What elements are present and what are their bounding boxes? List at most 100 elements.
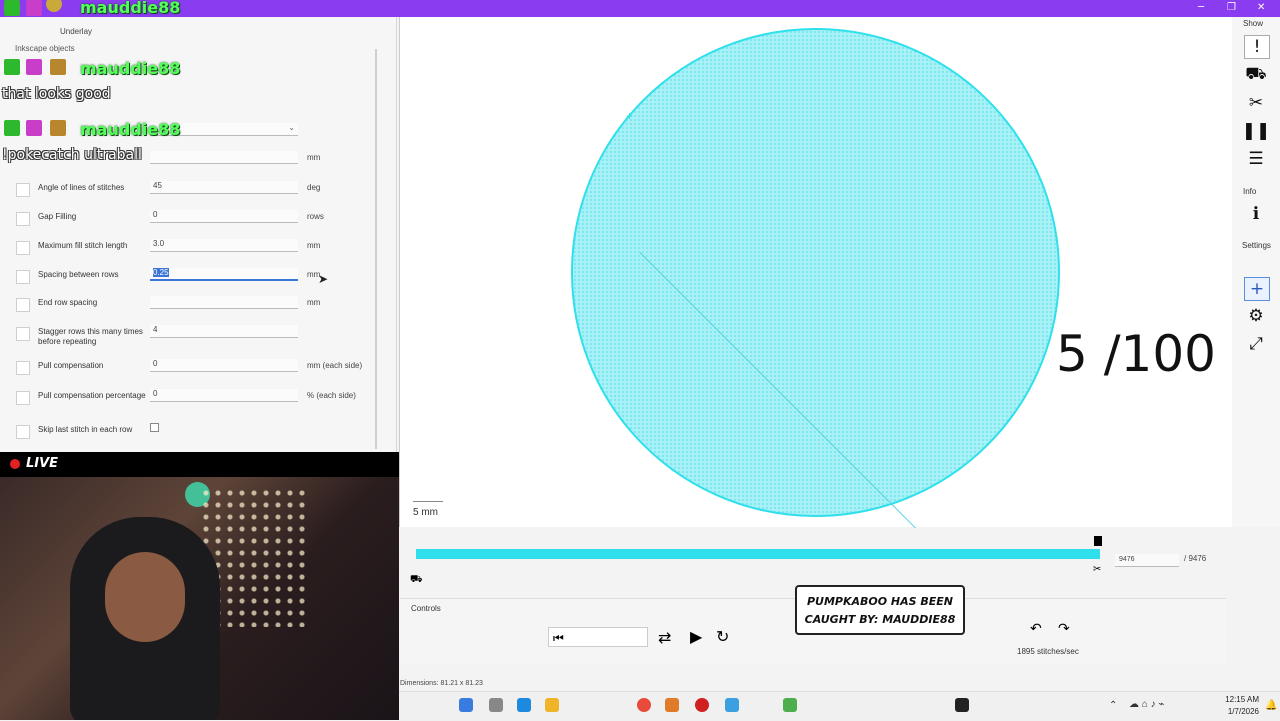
param-row: Angle of lines of stitches 45 deg xyxy=(0,179,390,203)
param-checkbox[interactable] xyxy=(16,270,30,284)
show-label: Show xyxy=(1243,19,1264,28)
taskbar-app-icon[interactable] xyxy=(665,698,679,712)
close-button[interactable]: ✕ xyxy=(1257,2,1265,13)
scissors-icon[interactable]: ✂ xyxy=(1244,92,1268,114)
skip-last-stitch-checkbox[interactable] xyxy=(150,423,159,432)
prev-button[interactable]: ⏮ xyxy=(548,627,648,647)
expand-icon[interactable]: ⤢ xyxy=(1244,333,1268,355)
catch-alert: PUMPKABOO HAS BEEN CAUGHT BY: MAUDDIE88 xyxy=(795,585,965,635)
controls-label: Controls xyxy=(411,604,441,613)
tray-icons[interactable]: ☁ ⌂ ♪ ⌁ xyxy=(1129,699,1164,710)
param-unit: % (each side) xyxy=(307,391,356,400)
warning-icon[interactable]: ! xyxy=(1244,35,1270,59)
overlay-counter: 5 /100 xyxy=(1056,325,1216,383)
taskbar-app-icon[interactable] xyxy=(955,698,969,712)
scale-bar xyxy=(413,501,443,502)
taskbar-app-icon[interactable] xyxy=(517,698,531,712)
webcam-feed xyxy=(0,477,399,720)
verified-badge-icon xyxy=(4,0,20,16)
selected-text: 0.25 xyxy=(153,268,169,277)
slider-handle[interactable] xyxy=(1094,536,1102,546)
taskbar-app-icon[interactable] xyxy=(725,698,739,712)
gear-icon[interactable]: ⚙ xyxy=(1244,305,1268,327)
param-checkbox[interactable] xyxy=(16,425,30,439)
slower-icon[interactable]: ↶ xyxy=(1030,621,1042,637)
param-row: End row spacing mm xyxy=(0,294,390,318)
param-input[interactable]: 0 xyxy=(150,210,298,223)
param-input[interactable]: 4 xyxy=(150,325,298,338)
param-unit: mm xyxy=(307,241,321,250)
stop-list-icon[interactable]: ☰ xyxy=(1244,148,1268,170)
param-input[interactable]: 45 xyxy=(150,181,298,194)
param-checkbox[interactable] xyxy=(16,183,30,197)
stitch-number-input[interactable]: 9476 xyxy=(1115,554,1179,567)
maximize-button[interactable]: ❐ xyxy=(1227,2,1236,13)
fill-circle xyxy=(571,28,1060,517)
taskbar-app-icon[interactable] xyxy=(545,698,559,712)
param-checkbox[interactable] xyxy=(16,361,30,375)
param-label: Skip last stitch in each row xyxy=(38,425,133,434)
info-label: Info xyxy=(1243,187,1257,196)
clock-time[interactable]: 12:15 AM xyxy=(1199,695,1259,704)
taskbar-app-icon[interactable] xyxy=(637,698,651,712)
chat-username: mauddie88 xyxy=(80,59,181,78)
live-label: LIVE xyxy=(26,456,59,471)
settings-label: Settings xyxy=(1242,241,1271,250)
param-checkbox[interactable] xyxy=(16,327,30,341)
param-checkbox[interactable] xyxy=(16,212,30,226)
taskbar-app-icon[interactable] xyxy=(695,698,709,712)
jump-stitch-icon[interactable]: ⛟ xyxy=(1244,64,1268,86)
right-toolbar: Show ! ⛟ ✂ ❚❚ ☰ Info ℹ Settings + ⚙ ⤢ xyxy=(1232,17,1280,527)
pause-icon[interactable]: ❚❚ xyxy=(1242,120,1271,142)
live-dot-icon xyxy=(10,459,20,469)
param-input[interactable]: 3.0 xyxy=(150,239,298,252)
preview-canvas[interactable]: + 5 /100 5 mm xyxy=(399,17,1233,557)
swap-direction-icon[interactable]: ⇄ xyxy=(658,628,671,647)
first-badge-icon xyxy=(26,0,42,16)
param-row: Stagger rows this many times before repe… xyxy=(0,323,390,353)
tray-chevron-icon[interactable]: ⌃ xyxy=(1109,700,1117,711)
chat-overlay: mauddie88 mauddie88 that looks good maud… xyxy=(0,0,400,170)
param-checkbox[interactable] xyxy=(16,391,30,405)
param-input[interactable]: 0 xyxy=(150,389,298,402)
chat-username: mauddie88 xyxy=(80,120,181,139)
progress-track[interactable] xyxy=(416,549,1100,559)
first-badge-icon xyxy=(26,120,42,136)
clock-date[interactable]: 1/7/2026 xyxy=(1199,707,1259,716)
param-input[interactable]: 0 xyxy=(150,359,298,372)
emote-icon xyxy=(50,120,66,136)
emote-icon xyxy=(46,0,62,12)
notification-icon[interactable]: 🔔 xyxy=(1265,700,1277,711)
play-icon[interactable]: ▶ xyxy=(690,627,702,646)
param-row: Gap Filling 0 rows xyxy=(0,208,390,232)
first-badge-icon xyxy=(26,59,42,75)
param-unit: mm xyxy=(307,298,321,307)
chat-message: !pokecatch ultraball xyxy=(2,147,142,163)
faster-icon[interactable]: ↷ xyxy=(1058,621,1070,637)
chat-message: that looks good xyxy=(2,86,111,102)
live-bar: LIVE xyxy=(0,452,399,477)
param-input[interactable] xyxy=(150,296,298,309)
dimensions-label: Dimensions: 81.21 x 81.23 xyxy=(400,680,483,687)
restart-icon[interactable]: ↻ xyxy=(716,627,729,646)
param-input-focused[interactable]: 0.25 xyxy=(150,268,298,281)
param-label: Maximum fill stitch length xyxy=(38,241,128,250)
taskbar-app-icon[interactable] xyxy=(459,698,473,712)
scale-label: 5 mm xyxy=(413,507,438,518)
param-unit: deg xyxy=(307,183,321,192)
param-checkbox[interactable] xyxy=(16,241,30,255)
param-label: Stagger rows this many times before repe… xyxy=(38,327,143,346)
param-row: Pull compensation 0 mm (each side) xyxy=(0,357,390,381)
alert-line-1: PUMPKABOO HAS BEEN xyxy=(806,595,954,608)
taskbar-app-icon[interactable] xyxy=(783,698,797,712)
minimize-button[interactable]: ─ xyxy=(1198,2,1204,13)
param-checkbox[interactable] xyxy=(16,298,30,312)
taskbar-app-icon[interactable] xyxy=(489,698,503,712)
add-icon[interactable]: + xyxy=(1244,277,1270,301)
param-row: Pull compensation percentage 0 % (each s… xyxy=(0,387,390,417)
param-label: End row spacing xyxy=(38,298,98,307)
param-label: Spacing between rows xyxy=(38,270,119,279)
param-unit: rows xyxy=(307,212,324,221)
speed-label: 1895 stitches/sec xyxy=(1017,647,1079,656)
info-icon[interactable]: ℹ xyxy=(1244,203,1268,225)
